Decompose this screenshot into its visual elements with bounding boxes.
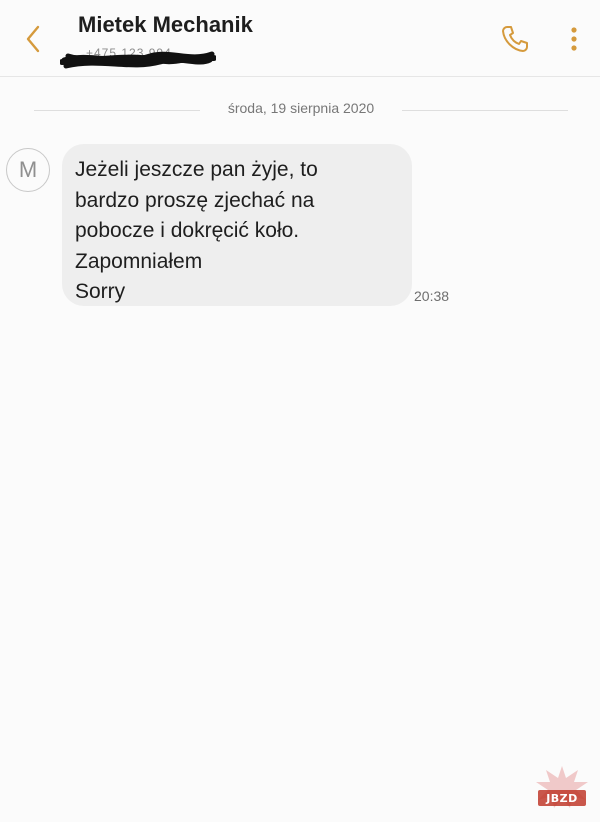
phone-icon [502, 26, 528, 52]
more-options-button[interactable] [562, 22, 586, 56]
conversation-header: Mietek Mechanik +475 123 994 [0, 0, 600, 77]
message-line: pobocze i dokręcić koło. [75, 219, 300, 242]
contact-name[interactable]: Mietek Mechanik [78, 12, 253, 38]
date-label: środa, 19 sierpnia 2020 [227, 100, 375, 116]
back-button[interactable] [18, 22, 50, 56]
message-line: bardzo proszę zjechać na [75, 188, 315, 212]
redaction-scribble [60, 51, 216, 69]
date-separator: środa, 19 sierpnia 2020 [0, 100, 600, 122]
message-line: Zapomniałem [75, 249, 203, 273]
watermark-text: JBZD [546, 792, 578, 805]
date-divider-right [402, 110, 568, 111]
call-button[interactable] [500, 24, 530, 54]
message-timestamp: 20:38 [414, 288, 450, 304]
message-line: Sorry [75, 280, 126, 303]
message-bubble[interactable]: Jeżeli jeszcze pan żyje, to bardzo prosz… [62, 144, 412, 306]
date-divider-left [34, 110, 200, 111]
message-line: Jeżeli jeszcze pan żyje, to [75, 158, 318, 181]
more-vertical-icon [571, 27, 577, 51]
sender-avatar[interactable]: M [6, 148, 50, 192]
watermark-logo: JBZD [534, 764, 590, 810]
chevron-left-icon [26, 25, 40, 53]
